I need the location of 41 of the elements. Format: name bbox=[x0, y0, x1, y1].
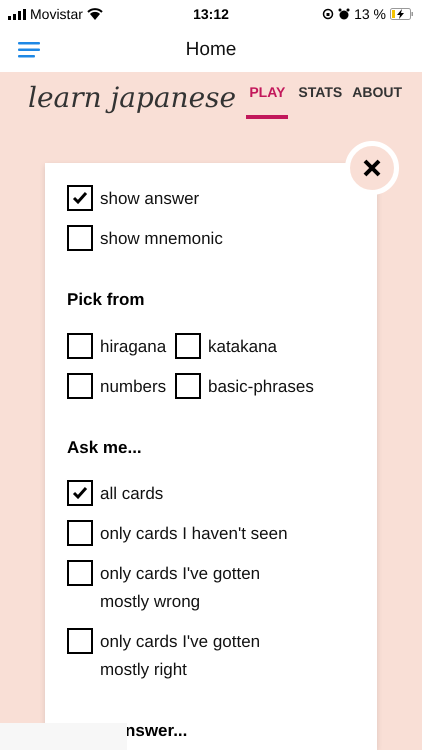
checkbox[interactable] bbox=[67, 372, 93, 398]
wifi-icon bbox=[86, 8, 103, 20]
checkbox[interactable] bbox=[67, 628, 93, 654]
check-icon bbox=[72, 191, 88, 205]
checkbox[interactable] bbox=[67, 225, 93, 251]
carrier-name: Movistar bbox=[30, 4, 83, 24]
logo: learn japanese bbox=[28, 80, 236, 116]
option-label: basic-phrases bbox=[208, 376, 314, 398]
battery-percent: 13 % bbox=[354, 4, 386, 24]
nav-tab[interactable]: PLAY bbox=[246, 82, 288, 119]
option-label: show mnemonic bbox=[100, 228, 223, 250]
section-heading: nswer... bbox=[125, 721, 188, 740]
option-label: numbers bbox=[100, 376, 166, 398]
status-time: 13:12 bbox=[193, 4, 229, 24]
option-label: only cards I've gotten mostly right bbox=[100, 631, 262, 681]
checkbox[interactable] bbox=[67, 520, 93, 546]
checkbox[interactable] bbox=[67, 332, 93, 358]
menu-button[interactable] bbox=[18, 40, 40, 60]
alarm-icon bbox=[338, 8, 350, 20]
checkbox[interactable] bbox=[67, 185, 93, 211]
signal-icon bbox=[8, 8, 26, 20]
checkbox[interactable] bbox=[67, 560, 93, 586]
option-label: all cards bbox=[100, 483, 164, 505]
nav-title: Home bbox=[186, 38, 236, 62]
option-label: katakana bbox=[208, 336, 277, 358]
nav-tab[interactable]: ABOUT bbox=[352, 82, 402, 119]
checkbox[interactable] bbox=[67, 480, 93, 506]
check-icon bbox=[72, 486, 88, 500]
option-label: hiragana bbox=[100, 336, 166, 358]
nav-tab[interactable]: STATS bbox=[298, 82, 342, 119]
menu-icon bbox=[18, 42, 40, 58]
checkbox[interactable] bbox=[175, 372, 201, 398]
battery-charging-icon bbox=[390, 8, 414, 20]
option-label: only cards I haven't seen bbox=[100, 523, 288, 545]
section-heading: Pick from bbox=[67, 289, 146, 311]
close-icon bbox=[362, 158, 382, 178]
checkbox[interactable] bbox=[175, 332, 201, 358]
option-label: only cards I've gotten mostly wrong bbox=[100, 563, 262, 613]
section-heading: Ask me... bbox=[67, 436, 143, 458]
option-label: show answer bbox=[100, 188, 200, 210]
orientation-lock-icon bbox=[322, 8, 334, 20]
